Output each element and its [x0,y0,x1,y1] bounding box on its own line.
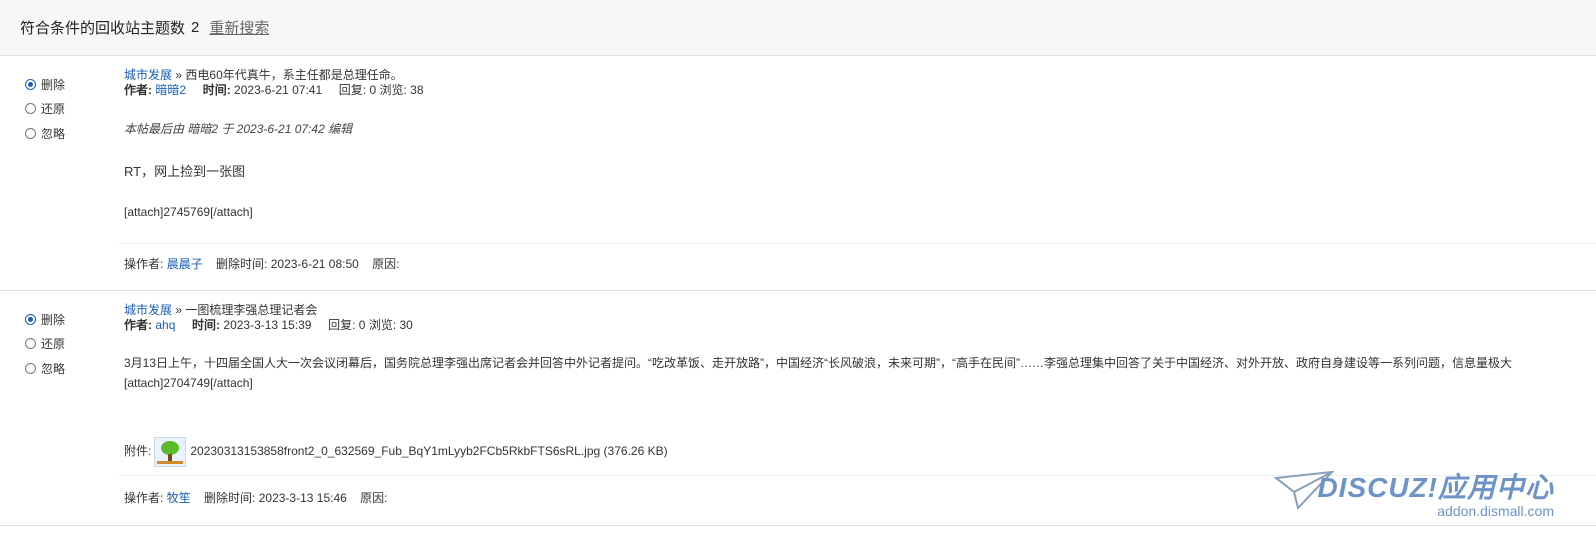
attach-code: [attach]2745769[/attach] [124,205,253,219]
page-header: 符合条件的回收站主题数 2 重新搜索 [0,0,1596,56]
post-subject: 西电60年代真牛，系主任都是总理任命。 [185,68,403,82]
post-subject: 一图梳理李强总理记者会 [185,303,318,317]
operator-label: 操作者: [124,491,164,505]
post-divider [118,243,1596,244]
radio-ignore-label: 忽略 [41,361,66,376]
breadcrumb-separator: » [175,303,183,317]
breadcrumb-separator: » [175,68,183,82]
radio-delete-label: 删除 [41,77,66,92]
page-title: 符合条件的回收站主题数 [20,20,186,37]
forum-link[interactable]: 城市发展 [124,68,172,82]
edit-note: 本帖最后由 暗暗2 于 2023-6-21 07:42 编辑 [124,122,353,136]
delete-time-label: 删除时间: [216,257,268,271]
radio-delete[interactable] [25,313,36,325]
radio-restore-row[interactable]: 还原 [25,97,105,122]
attachment-label: 附件: [124,444,152,458]
radio-ignore-row[interactable]: 忽略 [25,356,105,381]
radio-delete-label: 删除 [41,312,66,327]
radio-ignore-label: 忽略 [41,126,66,141]
post-time: 2023-6-21 07:41 [234,83,323,97]
post-meta: 作者: ahq 时间: 2023-3-13 15:39 回复: 0 浏览: 30 [124,316,413,333]
operator-link[interactable]: 牧笙 [167,491,191,505]
radio-restore-label: 还原 [41,337,66,352]
time-label: 时间: [202,83,231,97]
time-label: 时间: [192,318,221,332]
reason-label: 原因: [360,491,388,505]
post-body: RT，网上捡到一张图 [124,164,246,179]
action-radio-group: 删除 还原 忽略 [25,307,105,381]
delete-time: 2023-3-13 15:46 [258,491,347,505]
post-meta: 作者: 暗暗2 时间: 2023-6-21 07:41 回复: 0 浏览: 38 [124,81,424,98]
post-stats: 回复: 0 浏览: 38 [338,83,424,97]
forum-link[interactable]: 城市发展 [124,303,172,317]
thumbnail-ground [157,460,184,464]
watermark-logo: DISCUZ!应用中心 [1317,472,1554,503]
post-time: 2023-3-13 15:39 [223,318,312,332]
post-stats: 回复: 0 浏览: 30 [328,318,413,332]
radio-delete[interactable] [25,78,36,90]
delete-time: 2023-6-21 08:50 [270,257,359,271]
delete-info: 操作者: 晨晨子 删除时间: 2023-6-21 08:50 原因: [124,255,400,272]
author-label: 作者: [124,318,152,332]
research-link[interactable]: 重新搜索 [209,17,269,38]
delete-time-label: 删除时间: [204,491,256,505]
radio-ignore-row[interactable]: 忽略 [25,121,105,146]
author-link[interactable]: 暗暗2 [155,83,186,97]
action-radio-group: 删除 还原 忽略 [25,72,105,146]
post-body: 3月13日上午，十四届全国人大一次会议闭幕后，国务院总理李强出席记者会并回答中外… [124,356,1513,370]
reason-label: 原因: [372,257,400,271]
radio-delete-row[interactable]: 删除 [25,72,105,97]
thumbnail-trunk [168,453,173,461]
attachment-filename[interactable]: 20230313153858front2_0_632569_Fub_BqY1mL… [190,444,600,458]
watermark: DISCUZ!应用中心 addon.dismall.com [1274,460,1554,520]
recycle-post: 删除 还原 忽略 城市发展 » 西电60年代真牛，系主任都是总理任命。 作者: … [0,56,1596,291]
radio-ignore[interactable] [25,362,36,374]
delete-info: 操作者: 牧笙 删除时间: 2023-3-13 15:46 原因: [124,489,388,506]
attachment-row: 附件: 20230313153858front2_0_632569_Fub_Bq… [124,435,668,467]
result-count: 2 [191,19,200,36]
image-thumbnail-icon [161,440,180,455]
attachment-size: (376.26 KB) [603,444,668,458]
operator-link[interactable]: 晨晨子 [167,257,203,271]
radio-delete-row[interactable]: 删除 [25,307,105,332]
radio-restore-label: 还原 [41,102,66,117]
watermark-url: addon.dismall.com [1437,503,1554,519]
radio-restore[interactable] [25,338,36,350]
author-label: 作者: [124,83,152,97]
radio-restore-row[interactable]: 还原 [25,332,105,357]
attachment-thumbnail[interactable] [154,436,187,467]
author-link[interactable]: ahq [155,318,175,332]
attach-code: [attach]2704749[/attach] [124,376,253,390]
operator-label: 操作者: [124,257,164,271]
radio-restore[interactable] [25,103,36,115]
radio-ignore[interactable] [25,127,36,139]
